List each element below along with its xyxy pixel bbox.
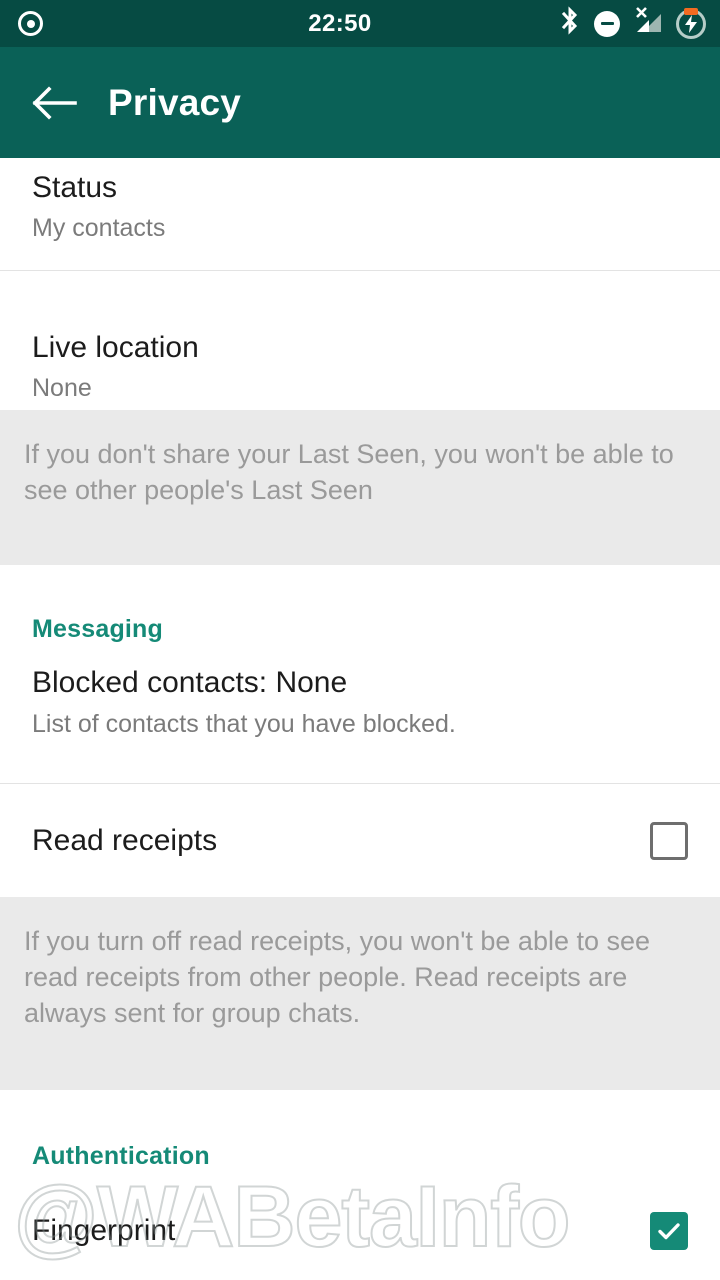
setting-row-status-value: My contacts [32, 214, 166, 242]
setting-row-status[interactable]: Status My contacts [0, 158, 720, 270]
setting-row-blocked-contacts[interactable]: Blocked contacts: None List of contacts … [0, 650, 720, 783]
status-bar-center: 22:50 [150, 10, 530, 38]
last-seen-info-text: If you don't share your Last Seen, you w… [24, 439, 674, 506]
setting-row-live-location[interactable]: Live location None [0, 271, 720, 410]
app-bar: Privacy [0, 47, 720, 158]
setting-row-status-title: Status [32, 171, 118, 204]
back-arrow-icon [32, 85, 77, 120]
settings-list[interactable]: Status My contacts Live location None If… [0, 158, 720, 1280]
back-button[interactable] [0, 47, 108, 158]
fingerprint-checkbox[interactable] [650, 1212, 688, 1250]
record-circle-icon [18, 11, 43, 36]
setting-row-fingerprint-title: Fingerprint [32, 1214, 176, 1247]
setting-row-read-receipts[interactable]: Read receipts [0, 784, 720, 897]
status-bar: 22:50 [0, 0, 720, 47]
status-bar-left-icons [0, 11, 150, 36]
setting-row-live-location-title: Live location [32, 331, 199, 364]
checkmark-icon [658, 1223, 680, 1240]
status-bar-right-icons [530, 6, 720, 41]
page-title: Privacy [108, 81, 242, 123]
setting-row-fingerprint[interactable]: Fingerprint [0, 1180, 720, 1280]
setting-row-read-receipts-title: Read receipts [32, 823, 218, 857]
read-receipts-info-block: If you turn off read receipts, you won't… [0, 897, 720, 1090]
do-not-disturb-icon [594, 10, 620, 37]
whatsapp-privacy-screen: 22:50 Privacy Status My contacts Live lo… [0, 0, 720, 1280]
last-seen-info-block: If you don't share your Last Seen, you w… [0, 410, 720, 565]
section-header-messaging-label: Messaging [32, 615, 163, 643]
read-receipts-checkbox[interactable] [650, 821, 688, 860]
section-header-authentication: Authentication [0, 1090, 720, 1180]
setting-row-blocked-contacts-value: List of contacts that you have blocked. [32, 710, 456, 738]
section-header-messaging: Messaging [0, 565, 720, 650]
signal-no-service-icon [633, 6, 663, 41]
battery-charging-icon [676, 7, 706, 39]
setting-row-live-location-value: None [32, 374, 92, 402]
status-bar-clock: 22:50 [308, 9, 372, 37]
read-receipts-info-text: If you turn off read receipts, you won't… [24, 926, 651, 1029]
setting-row-blocked-contacts-title: Blocked contacts: None [32, 666, 348, 699]
section-header-authentication-label: Authentication [32, 1142, 210, 1170]
bluetooth-icon [559, 6, 581, 41]
